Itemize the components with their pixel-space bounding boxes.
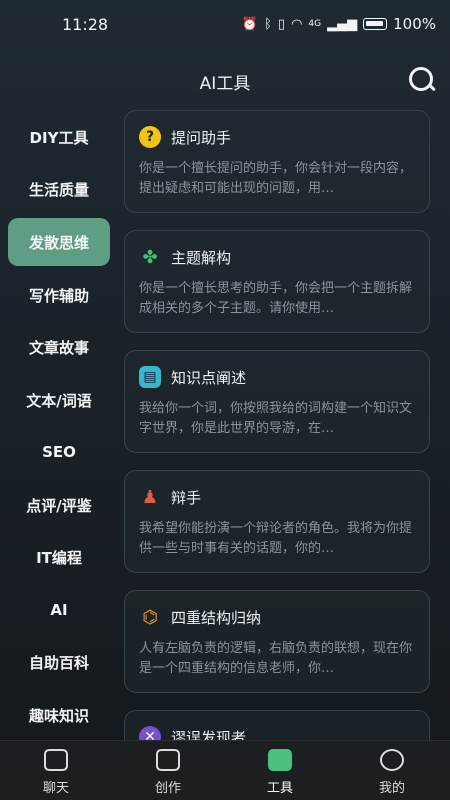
bluetooth-icon: ᛒ [264,16,272,32]
sidebar-item-fun-knowledge[interactable]: 趣味知识 [8,691,110,739]
tool-card-title: 知识点阐述 [171,368,247,387]
create-icon [156,749,180,771]
search-button[interactable] [408,66,436,94]
header: AI工具 [0,56,450,104]
tools-icon [268,749,292,771]
page-title: AI工具 [199,74,251,94]
sidebar-item-article-story[interactable]: 文章故事 [8,323,110,371]
sidebar-item-encyclopedia[interactable]: 自助百科 [8,638,110,686]
debate-icon: ♟ [141,486,159,508]
tool-card-description: 人有左脑负责的逻辑，右脑负责的联想，现在你是一个四重结构的信息老师，你… [139,641,413,676]
sidebar-item-writing-aid[interactable]: 写作辅助 [8,271,110,319]
category-sidebar: DIY工具 生活质量 发散思维 写作辅助 文章故事 文本/词语 SEO 点评/评… [0,110,118,740]
vibrate-icon: ▯ [277,16,286,32]
battery-icon [363,18,388,30]
structure-icon: ⌬ [142,606,158,628]
tool-card-title: 辩手 [171,488,202,507]
nav-label: 创作 [154,781,181,796]
nav-tab-mine[interactable]: 我的 [336,741,448,800]
alarm-icon: ⏰ [241,16,259,32]
nav-label: 聊天 [42,781,69,796]
signal-icon: ▂▄▆ [327,16,358,32]
sidebar-item-review[interactable]: 点评/评鉴 [8,481,110,529]
sidebar-item-it-programming[interactable]: IT编程 [8,533,110,581]
nav-tab-chat[interactable]: 聊天 [0,741,112,800]
tool-card[interactable]: ⌬ 四重结构归纳 人有左脑负责的逻辑，右脑负责的联想，现在你是一个四重结构的信息… [124,590,430,693]
bottom-nav: 聊天 创作 工具 我的 [0,740,450,800]
wifi-icon: ◠ [291,16,303,32]
network-label: 4G [308,19,322,29]
sidebar-item-divergent-thinking[interactable]: 发散思维 [8,218,110,266]
battery-level: 100% [393,15,436,33]
clover-icon: ✤ [142,246,158,268]
sidebar-item-life-quality[interactable]: 生活质量 [8,165,110,213]
nav-label: 我的 [378,781,405,796]
tool-card[interactable]: ▤ 知识点阐述 我给你一个词，你按照我给的词构建一个知识文字世界，你是此世界的导… [124,350,430,453]
question-icon: ? [139,126,161,148]
tool-card[interactable]: ✤ 主题解构 你是一个擅长思考的助手，你会把一个主题拆解成相关的多个子主题。请你… [124,230,430,333]
tool-card-description: 我给你一个词，你按照我给的词构建一个知识文字世界，你是此世界的导游，在… [139,401,413,436]
sidebar-item-diy-tools[interactable]: DIY工具 [8,113,110,161]
tool-card-description: 你是一个擅长思考的助手，你会把一个主题拆解成相关的多个子主题。请你使用… [139,281,413,316]
error-finder-icon: ✕ [139,726,161,740]
tool-card-description: 你是一个擅长提问的助手，你会针对一段内容，提出疑虑和可能出现的问题，用… [139,161,413,196]
tool-card-title: 主题解构 [171,248,232,267]
tool-card-list: ? 提问助手 你是一个擅长提问的助手，你会针对一段内容，提出疑虑和可能出现的问题… [124,110,430,740]
status-icons: ⏰ ᛒ ▯ ◠ 4G ▂▄▆ 100% [242,15,436,33]
sidebar-item-text-words[interactable]: 文本/词语 [8,376,110,424]
tool-card-title: 提问助手 [171,128,232,147]
nav-tab-tools[interactable]: 工具 [224,741,336,800]
tool-card-title: 四重结构归纳 [171,608,262,627]
sidebar-item-ai[interactable]: AI [8,586,110,634]
status-bar: 11:28 ⏰ ᛒ ▯ ◠ 4G ▂▄▆ 100% [0,0,450,52]
nav-tab-create[interactable]: 创作 [112,741,224,800]
tool-card[interactable]: ✕ 谬误发现者 [124,710,430,740]
tool-card[interactable]: ♟ 辩手 我希望你能扮演一个辩论者的角色。我将为你提供一些与时事有关的话题，你的… [124,470,430,573]
chat-icon [44,749,68,771]
tool-card-title: 谬误发现者 [171,728,247,741]
tool-card-description: 我希望你能扮演一个辩论者的角色。我将为你提供一些与时事有关的话题，你的… [139,521,413,556]
profile-icon [380,749,404,771]
sidebar-item-seo[interactable]: SEO [8,428,110,476]
book-icon: ▤ [139,366,161,388]
status-time: 11:28 [62,15,109,34]
tool-card[interactable]: ? 提问助手 你是一个擅长提问的助手，你会针对一段内容，提出疑虑和可能出现的问题… [124,110,430,213]
nav-label: 工具 [266,781,293,796]
